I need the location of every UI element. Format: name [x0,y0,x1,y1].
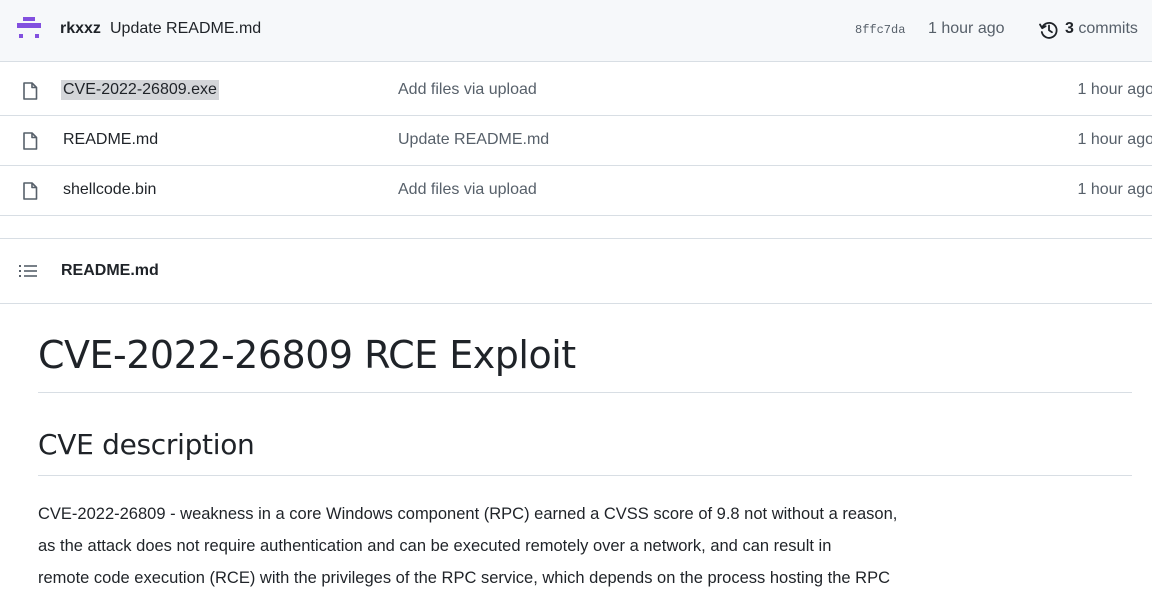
commits-label: commits [1078,20,1138,37]
readme-filename[interactable]: README.md [61,262,159,280]
file-icon [23,182,38,200]
file-row[interactable]: README.md Update README.md 1 hour ago [0,116,1152,166]
commits-count: 3 [1065,20,1074,37]
commit-author-link[interactable]: rkxxz [60,20,101,38]
history-icon[interactable] [1039,20,1059,40]
paragraph-line: CVE-2022-26809 - weakness in a core Wind… [38,505,898,523]
readme-heading-2: CVE description [38,428,1132,476]
commit-sha-link[interactable]: 8ffc7da [855,23,905,37]
file-icon [23,82,38,100]
file-name-link[interactable]: shellcode.bin [61,180,158,200]
readme-paragraph: CVE-2022-26809 - weakness in a core Wind… [38,498,1138,594]
latest-commit-bar: rkxxz Update README.md 8ffc7da 1 hour ag… [0,0,1152,62]
file-commit-message-link[interactable]: Add files via upload [398,81,537,99]
file-icon [23,132,38,150]
file-name-link[interactable]: README.md [61,130,160,150]
file-time: 1 hour ago [1077,181,1152,198]
paragraph-line: as the attack does not require authentic… [38,537,832,555]
list-unordered-icon[interactable] [19,264,37,278]
file-commit-message-link[interactable]: Add files via upload [398,181,537,199]
commit-time: 1 hour ago [928,20,1005,37]
file-commit-message-link[interactable]: Update README.md [398,131,549,149]
file-name-link[interactable]: CVE-2022-26809.exe [61,80,219,100]
readme-heading-1: CVE-2022-26809 RCE Exploit [38,333,1132,393]
file-row[interactable]: CVE-2022-26809.exe Add files via upload … [0,66,1152,116]
avatar[interactable] [17,17,41,45]
file-row[interactable]: shellcode.bin Add files via upload 1 hou… [0,166,1152,216]
file-time: 1 hour ago [1077,81,1152,98]
readme-header: README.md [0,238,1152,304]
commits-link[interactable]: 3 commits [1065,20,1138,38]
file-time: 1 hour ago [1077,131,1152,148]
paragraph-line: remote code execution (RCE) with the pri… [38,569,891,587]
commit-message-link[interactable]: Update README.md [110,20,261,38]
